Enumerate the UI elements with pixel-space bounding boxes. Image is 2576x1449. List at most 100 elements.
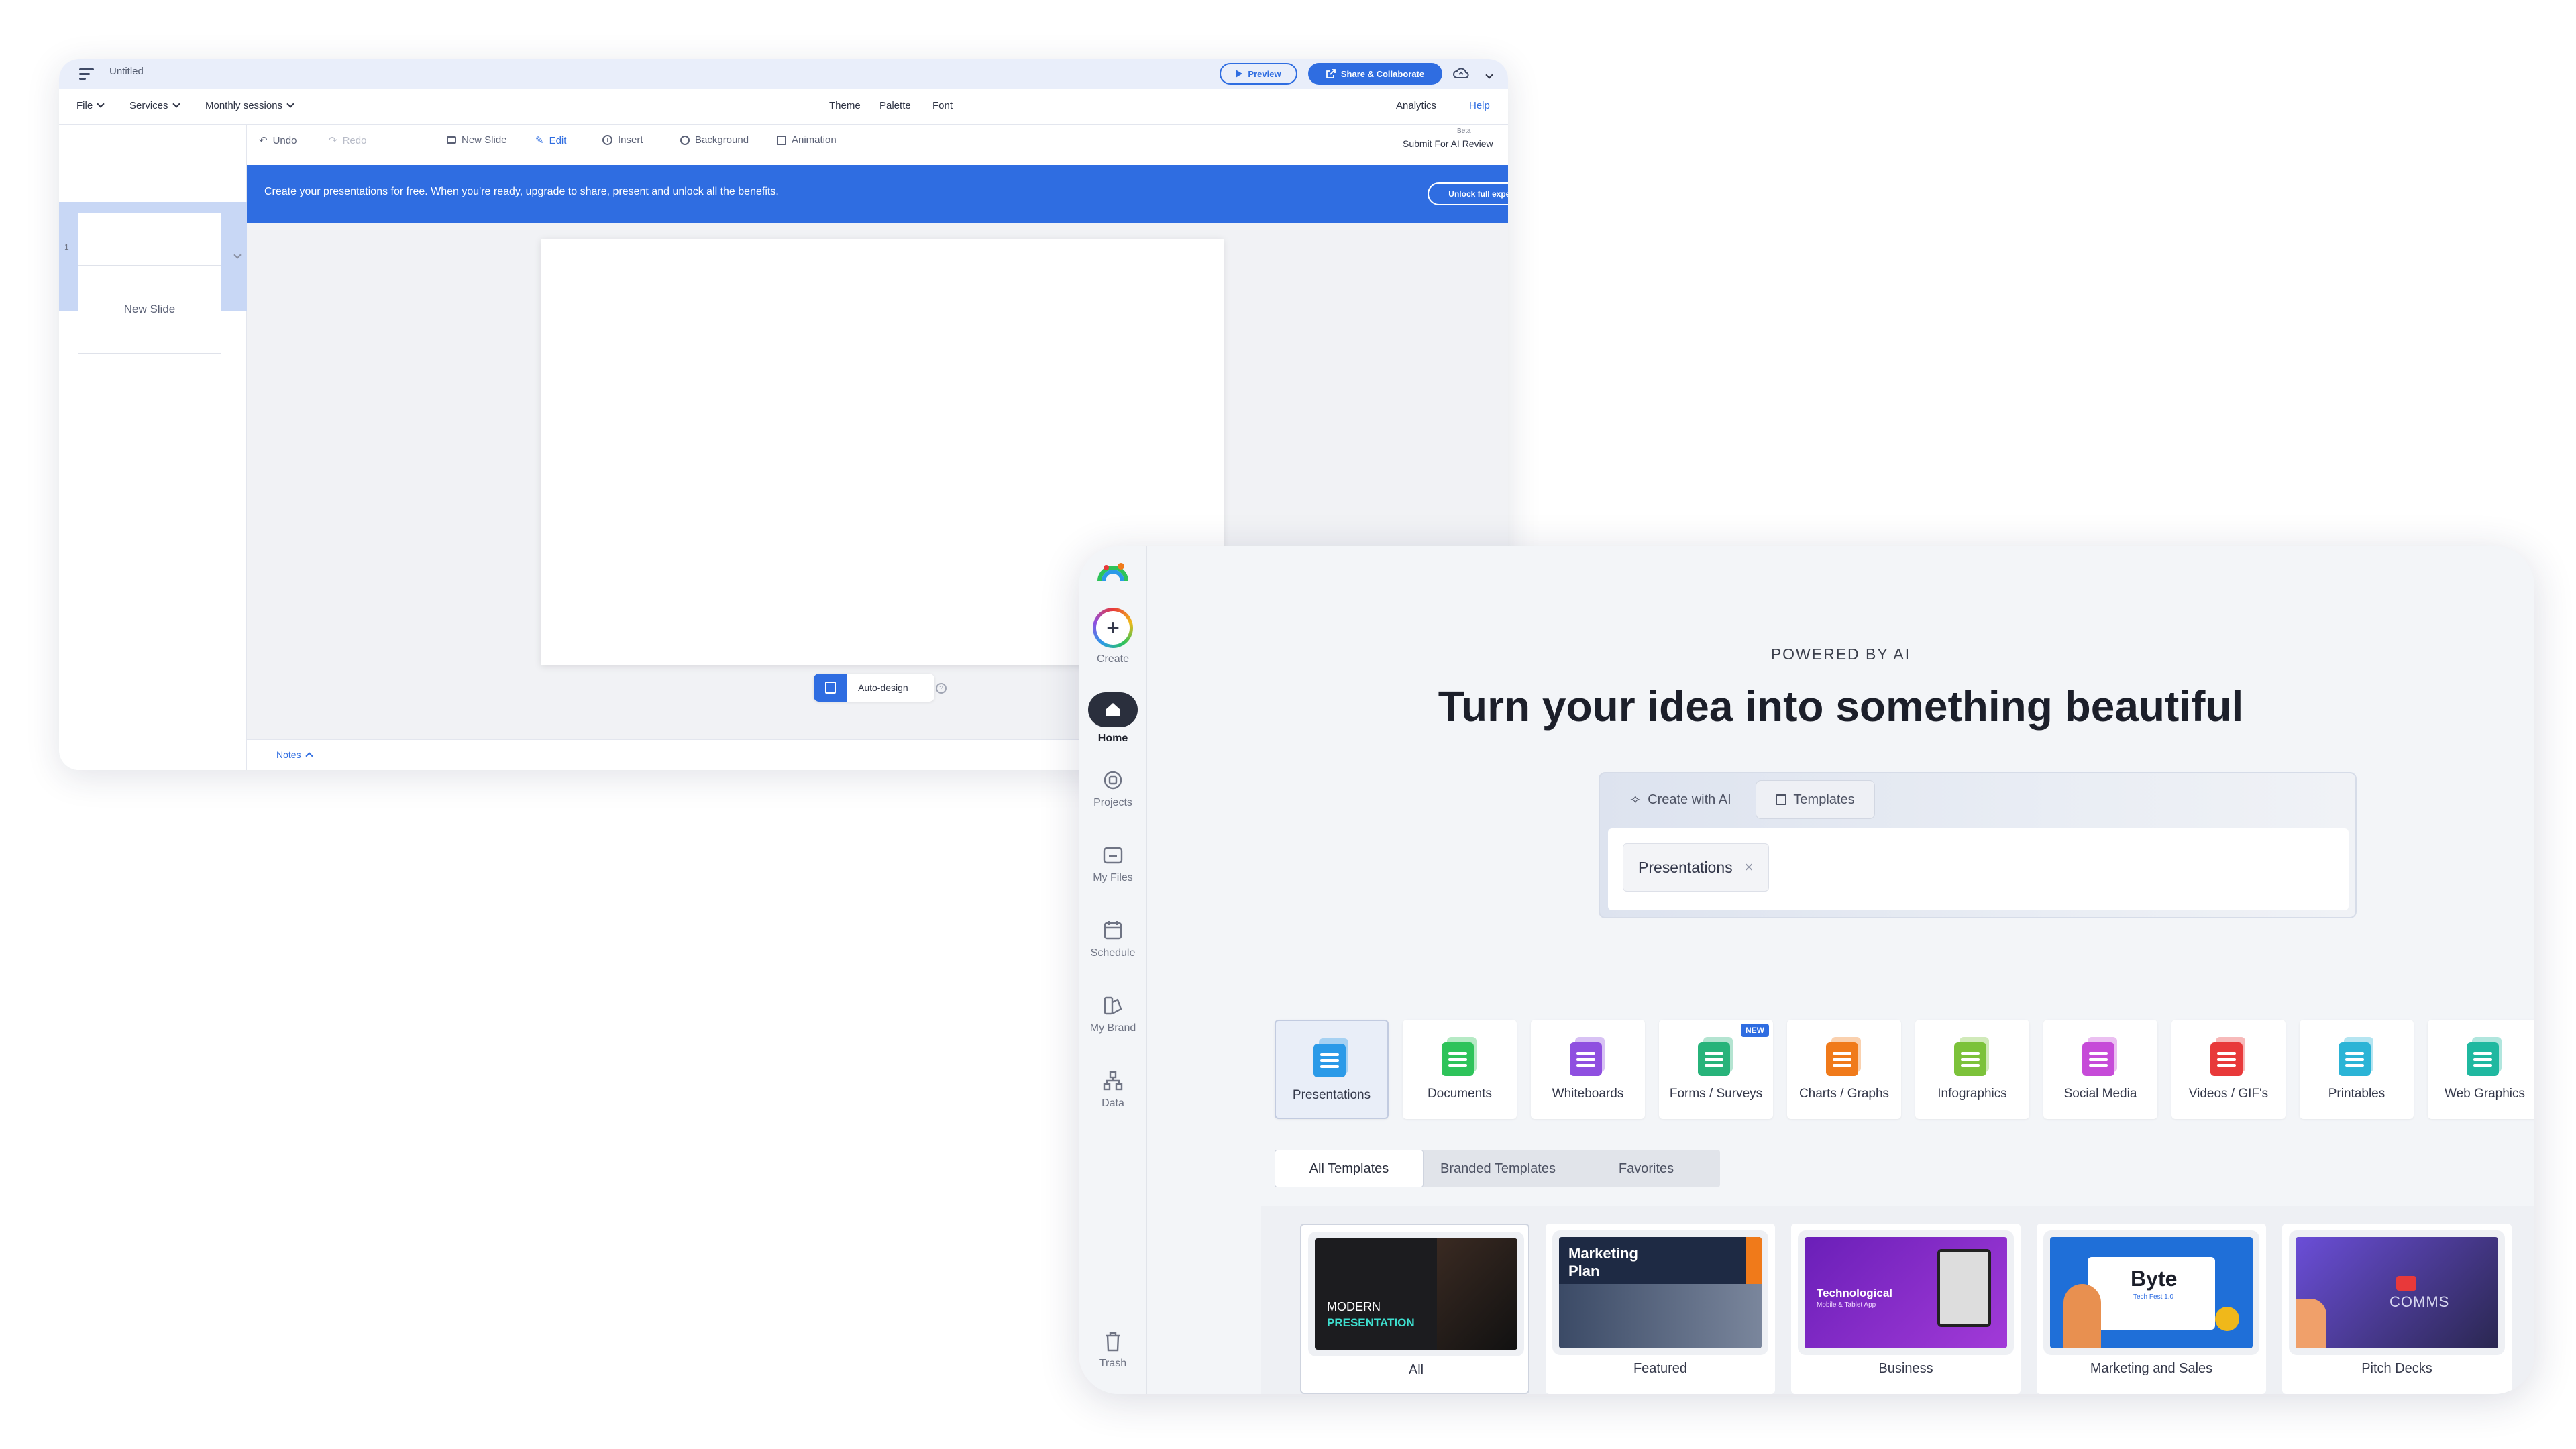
page-headline: Turn your idea into something beautiful bbox=[1438, 682, 2244, 731]
preview-label: Preview bbox=[1248, 68, 1281, 79]
nav-schedule[interactable]: Schedule bbox=[1079, 919, 1147, 959]
pencil-icon: ✎ bbox=[535, 135, 544, 146]
printer-icon bbox=[2334, 1034, 2379, 1077]
category-card-documents[interactable]: Documents bbox=[1403, 1020, 1517, 1119]
new-slide-button[interactable]: New Slide bbox=[447, 134, 507, 146]
file-menu[interactable]: File bbox=[76, 100, 105, 111]
create-plus-icon: + bbox=[1093, 608, 1133, 648]
auto-design-button[interactable]: Auto-design bbox=[814, 674, 934, 702]
filter-chip-presentations[interactable]: Presentations × bbox=[1623, 843, 1769, 892]
font-menu[interactable]: Font bbox=[932, 100, 953, 111]
category-label: Infographics bbox=[1937, 1087, 2007, 1101]
auto-design-label: Auto-design bbox=[858, 682, 908, 693]
unlock-full-experience-button[interactable]: Unlock full experience bbox=[1428, 182, 1508, 205]
help-circle-icon[interactable]: ? bbox=[936, 683, 947, 694]
nav-data[interactable]: Data bbox=[1079, 1069, 1147, 1110]
services-menu[interactable]: Services bbox=[129, 100, 180, 111]
template-card-marketing-sales[interactable]: Byte Tech Fest 1.0 Marketing and Sales bbox=[2037, 1224, 2266, 1394]
brand-kit-icon bbox=[1104, 996, 1122, 1015]
help-link[interactable]: Help bbox=[1469, 100, 1490, 111]
brand-logo[interactable] bbox=[1097, 561, 1129, 584]
nav-projects[interactable]: Projects bbox=[1079, 769, 1147, 809]
template-thumbnail: MODERN PRESENTATION bbox=[1315, 1238, 1517, 1350]
share-collaborate-button[interactable]: Share & Collaborate bbox=[1308, 63, 1442, 85]
beta-label: Beta bbox=[1457, 127, 1471, 135]
chevron-down-icon[interactable] bbox=[233, 251, 241, 259]
tab-favorites[interactable]: Favorites bbox=[1572, 1150, 1720, 1187]
sparkle-icon: ✧ bbox=[1629, 792, 1642, 808]
template-thumbnail: Byte Tech Fest 1.0 bbox=[2050, 1237, 2253, 1348]
category-card-charts-graphs[interactable]: Charts / Graphs bbox=[1787, 1020, 1901, 1119]
nav-my-brand[interactable]: My Brand bbox=[1079, 994, 1147, 1034]
template-card-all[interactable]: MODERN PRESENTATION All bbox=[1300, 1224, 1529, 1394]
category-label: Social Media bbox=[2063, 1087, 2137, 1101]
template-card-label: Marketing and Sales bbox=[2090, 1361, 2213, 1376]
tab-all-templates[interactable]: All Templates bbox=[1275, 1150, 1424, 1187]
category-label: Charts / Graphs bbox=[1799, 1087, 1890, 1101]
category-card-printables[interactable]: Printables bbox=[2300, 1020, 2414, 1119]
preview-button[interactable]: Preview bbox=[1220, 63, 1297, 85]
nav-sidebar: + Create Home Projects My Files Schedule… bbox=[1079, 546, 1147, 1394]
data-icon bbox=[1103, 1071, 1123, 1091]
template-card-label: Featured bbox=[1633, 1361, 1688, 1376]
presentation-icon bbox=[1309, 1036, 1354, 1079]
chart-icon bbox=[1822, 1034, 1866, 1077]
upgrade-banner-text: Create your presentations for free. When… bbox=[264, 186, 779, 197]
nav-create[interactable]: + Create bbox=[1079, 608, 1147, 665]
share-icon bbox=[1326, 69, 1336, 78]
trash-icon bbox=[1106, 1332, 1120, 1352]
undo-button[interactable]: ↶ Undo bbox=[259, 134, 297, 147]
close-icon[interactable]: × bbox=[1745, 859, 1754, 876]
submit-ai-review-button[interactable]: Submit For AI Review bbox=[1403, 138, 1493, 149]
animation-button[interactable]: Animation bbox=[777, 134, 837, 146]
nav-home[interactable]: Home bbox=[1079, 692, 1147, 745]
category-card-presentations[interactable]: Presentations bbox=[1275, 1020, 1389, 1119]
template-tabs: All Templates Branded Templates Favorite… bbox=[1275, 1150, 1720, 1187]
background-icon bbox=[680, 135, 690, 145]
powered-by-ai-label: POWERED BY AI bbox=[1770, 645, 1911, 663]
category-label: Presentations bbox=[1292, 1088, 1371, 1102]
category-card-forms-surveys[interactable]: Forms / Surveys NEW bbox=[1659, 1020, 1773, 1119]
theme-menu[interactable]: Theme bbox=[829, 100, 861, 111]
monthly-sessions-menu[interactable]: Monthly sessions bbox=[205, 100, 294, 111]
category-card-whiteboards[interactable]: Whiteboards bbox=[1531, 1020, 1645, 1119]
tab-branded-templates[interactable]: Branded Templates bbox=[1424, 1150, 1572, 1187]
document-icon bbox=[1438, 1034, 1482, 1077]
category-card-infographics[interactable]: Infographics bbox=[1915, 1020, 2029, 1119]
projects-icon bbox=[1104, 771, 1122, 790]
menu-icon[interactable] bbox=[79, 67, 94, 80]
category-card-videos-gif-s[interactable]: Videos / GIF's bbox=[2171, 1020, 2286, 1119]
category-label: Whiteboards bbox=[1552, 1087, 1624, 1101]
tab-create-with-ai[interactable]: ✧ Create with AI bbox=[1607, 780, 1754, 819]
cloud-save-icon[interactable] bbox=[1453, 67, 1469, 79]
web-icon bbox=[2463, 1034, 2507, 1077]
edit-button[interactable]: ✎ Edit bbox=[535, 134, 566, 147]
template-card-label: Pitch Decks bbox=[2361, 1361, 2432, 1376]
template-card-featured[interactable]: Marketing Plan Featured bbox=[1546, 1224, 1775, 1394]
chevron-down-icon[interactable] bbox=[1485, 71, 1493, 79]
notes-toggle[interactable]: Notes bbox=[276, 749, 313, 760]
analytics-link[interactable]: Analytics bbox=[1396, 100, 1436, 111]
template-card-pitch-decks[interactable]: COMMS Pitch Decks bbox=[2282, 1224, 2512, 1394]
video-icon bbox=[2206, 1034, 2251, 1077]
insert-button[interactable]: + Insert bbox=[602, 134, 643, 146]
category-card-web-graphics[interactable]: Web Graphics bbox=[2428, 1020, 2534, 1119]
plus-circle-icon: + bbox=[602, 135, 612, 145]
template-card-business[interactable]: Technological Mobile & Tablet App Busine… bbox=[1791, 1224, 2021, 1394]
template-search-input[interactable]: Presentations × bbox=[1608, 828, 2349, 910]
background-button[interactable]: Background bbox=[680, 134, 749, 146]
template-thumbnail: Marketing Plan bbox=[1559, 1237, 1762, 1348]
category-label: Web Graphics bbox=[2444, 1087, 2526, 1101]
document-title[interactable]: Untitled bbox=[109, 66, 144, 77]
editor-menubar: File Services Monthly sessions Theme Pal… bbox=[59, 89, 1508, 125]
new-slide-thumbnail[interactable]: New Slide bbox=[78, 265, 221, 354]
nav-my-files[interactable]: My Files bbox=[1079, 844, 1147, 884]
redo-button[interactable]: ↷ Redo bbox=[329, 134, 366, 147]
infographic-icon bbox=[1950, 1034, 1994, 1077]
category-card-social-media[interactable]: Social Media bbox=[2043, 1020, 2157, 1119]
template-thumbnail: Technological Mobile & Tablet App bbox=[1805, 1237, 2007, 1348]
nav-trash[interactable]: Trash bbox=[1079, 1331, 1147, 1370]
palette-menu[interactable]: Palette bbox=[879, 100, 911, 111]
tab-templates[interactable]: Templates bbox=[1756, 780, 1875, 819]
dashboard-window: + Create Home Projects My Files Schedule… bbox=[1079, 546, 2534, 1394]
